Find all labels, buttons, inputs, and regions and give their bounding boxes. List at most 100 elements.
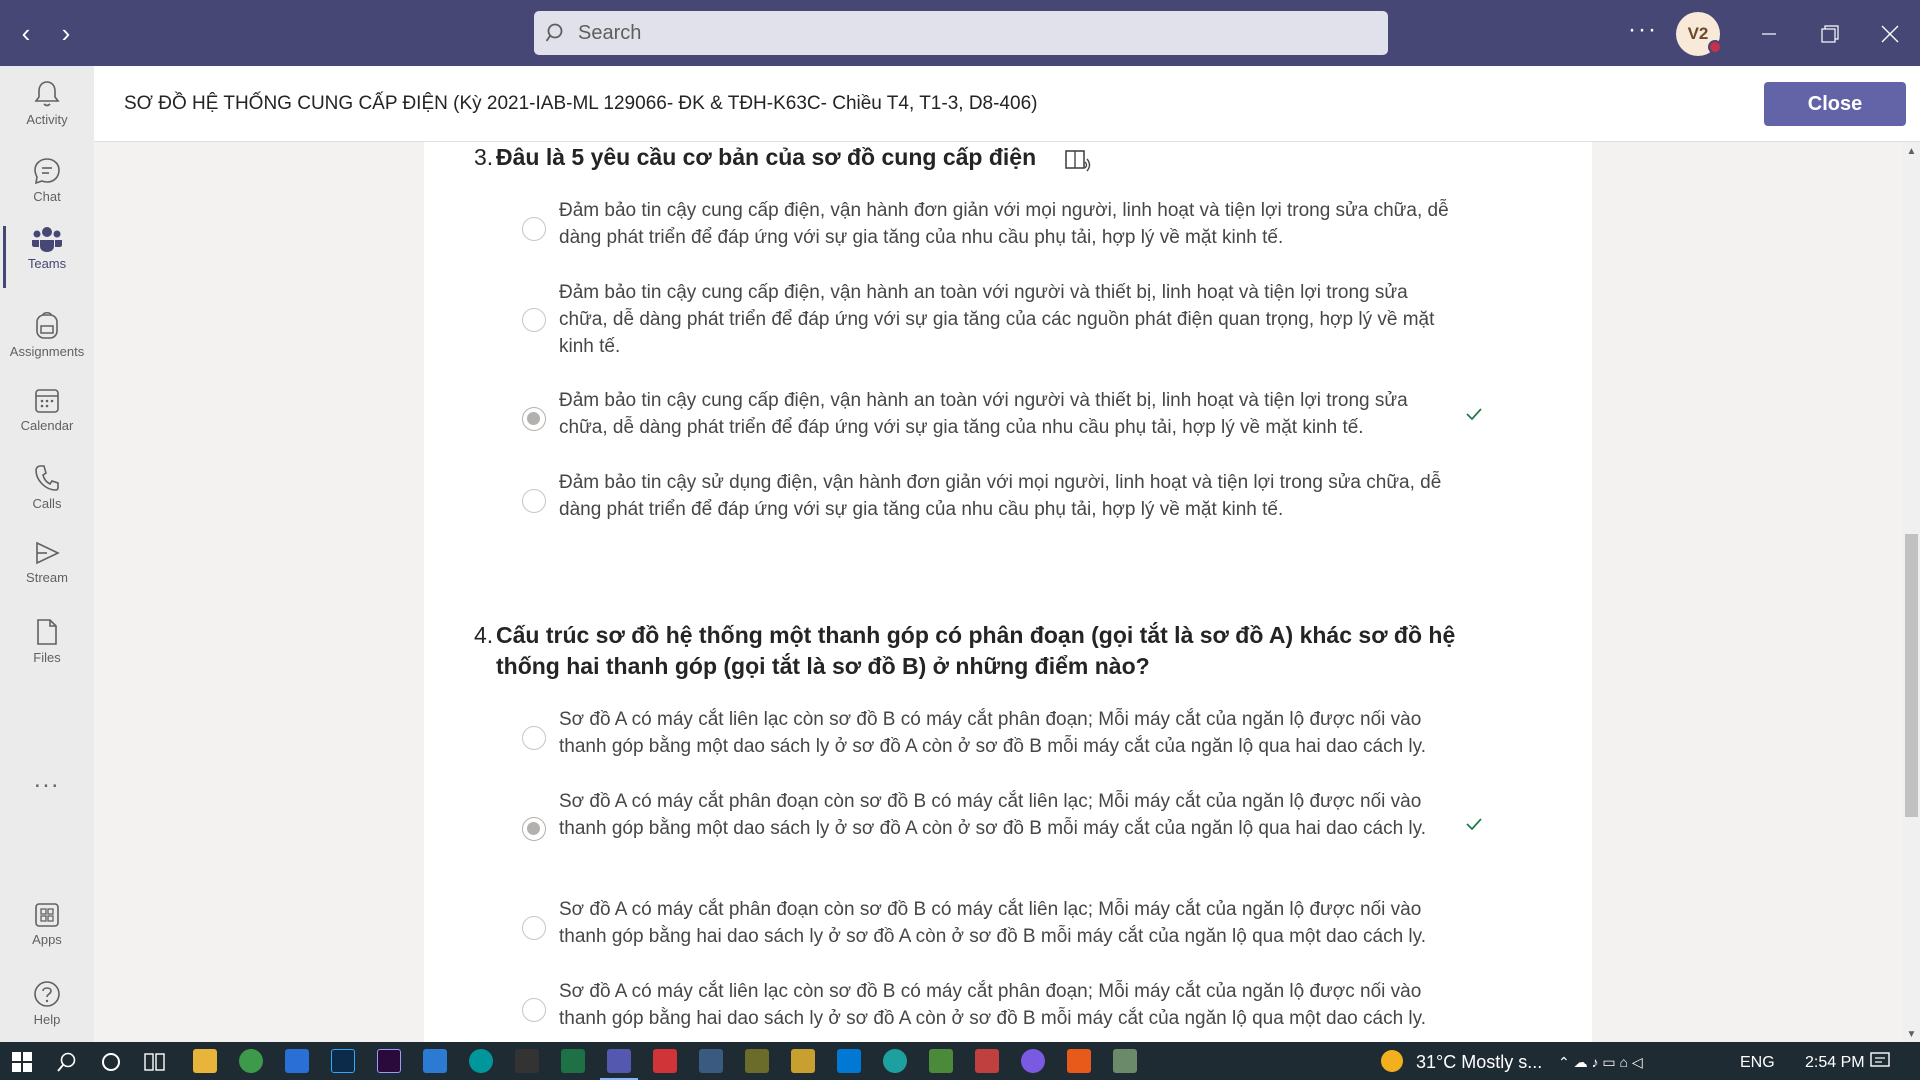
taskbar-app-icon[interactable] (515, 1049, 539, 1073)
stream-play-icon (36, 541, 60, 565)
taskbar-app-icon[interactable] (1113, 1049, 1137, 1073)
ide-app-icon[interactable] (285, 1049, 309, 1073)
rail-label: Chat (33, 189, 61, 204)
form-header: SƠ ĐỒ HỆ THỐNG CUNG CẤP ĐIỆN (Kỳ 2021-IA… (94, 66, 1920, 142)
vscode-icon[interactable] (837, 1049, 861, 1073)
option-text: Đảm bảo tin cậy cung cấp điện, vận hành … (559, 390, 1408, 438)
question-number: 3. (474, 144, 494, 170)
premiere-icon[interactable] (377, 1049, 401, 1073)
windows-start-icon[interactable] (12, 1052, 32, 1072)
more-apps-icon[interactable]: ... (0, 766, 94, 794)
taskbar-app-icon[interactable] (239, 1049, 263, 1073)
photoshop-icon[interactable] (331, 1049, 355, 1073)
option-text: Sơ đồ A có máy cắt phân đoạn còn sơ đồ B… (559, 791, 1427, 839)
teams-taskbar-icon[interactable] (607, 1049, 631, 1073)
arduino-icon[interactable] (469, 1049, 493, 1073)
more-options-icon[interactable]: ··· (1628, 16, 1658, 44)
status-dot (1708, 40, 1722, 54)
notifications-icon[interactable] (1870, 1052, 1890, 1070)
close-button[interactable]: Close (1764, 82, 1906, 126)
option-text: Sơ đồ A có máy cắt liên lạc còn sơ đồ B … (559, 709, 1427, 757)
form-card: 3. Đâu là 5 yêu cầu cơ bản của sơ đồ cun… (424, 142, 1592, 1042)
rail-label: Apps (32, 932, 62, 947)
radio-button-selected[interactable] (522, 817, 546, 841)
correct-check-icon (1466, 408, 1482, 421)
rail-label: Calendar (20, 418, 74, 433)
radio-button[interactable] (522, 916, 546, 940)
weather-text[interactable]: 31°C Mostly s... (1416, 1052, 1542, 1073)
taskbar-app-icon[interactable] (929, 1049, 953, 1073)
option-text: Đảm bảo tin cậy cung cấp điện, vận hành … (559, 282, 1435, 357)
radio-button[interactable] (522, 489, 546, 513)
rail-item-calls[interactable]: Calls (0, 464, 94, 538)
option-text: Sơ đồ A có máy cắt liên lạc còn sơ đồ B … (559, 981, 1427, 1029)
avatar[interactable]: V2 (1676, 12, 1722, 56)
system-tray-icons[interactable]: ⌃ ☁ ♪ ▭ ⌂ ◁ (1558, 1054, 1643, 1071)
teams-icon (32, 227, 62, 252)
file-icon (37, 619, 57, 645)
taskbar-app-icon[interactable] (1067, 1049, 1091, 1073)
rail-label: Calls (32, 496, 62, 511)
rail-item-chat[interactable]: Chat (0, 157, 94, 231)
restore-icon[interactable] (1810, 14, 1850, 54)
rail-label: Help (33, 1012, 61, 1027)
phone-icon (35, 465, 59, 491)
rail-label: Stream (26, 570, 68, 585)
edge-icon[interactable] (883, 1049, 907, 1073)
clock[interactable]: 2:54 PM (1805, 1054, 1865, 1072)
back-arrow-icon[interactable]: ‹ (12, 18, 40, 48)
immersive-reader-icon[interactable] (1064, 148, 1092, 174)
taskbar-search-icon[interactable] (56, 1051, 78, 1073)
taskbar-app-icon[interactable] (791, 1049, 815, 1073)
rail-item-activity[interactable]: Activity (0, 80, 94, 154)
cortana-icon[interactable] (100, 1051, 122, 1073)
rail-item-apps[interactable]: Apps (0, 902, 94, 976)
app-rail: Activity Chat Teams Assignments Calendar… (0, 66, 94, 1042)
question-title: 3. Đâu là 5 yêu cầu cơ bản của sơ đồ cun… (474, 142, 1496, 173)
language-indicator[interactable]: ENG (1740, 1054, 1775, 1072)
radio-button[interactable] (522, 726, 546, 750)
mx-app-icon[interactable] (423, 1049, 447, 1073)
rail-item-files[interactable]: Files (0, 618, 94, 692)
taskbar-app-icon[interactable] (653, 1049, 677, 1073)
scroll-up-arrow-icon[interactable]: ▲ (1903, 146, 1920, 157)
search-placeholder: Search (578, 21, 642, 44)
rail-item-calendar[interactable]: Calendar (0, 388, 94, 462)
rail-item-stream[interactable]: Stream (0, 540, 94, 614)
radio-button[interactable] (522, 308, 546, 332)
rail-item-assignments[interactable]: Assignments (0, 310, 94, 384)
rail-label: Activity (26, 112, 68, 127)
radio-button[interactable] (522, 998, 546, 1022)
taskbar-app-icon[interactable] (699, 1049, 723, 1073)
radio-button-selected[interactable] (522, 407, 546, 431)
weather-icon[interactable] (1381, 1050, 1403, 1072)
scroll-down-arrow-icon[interactable]: ▼ (1903, 1029, 1920, 1040)
excel-icon[interactable] (561, 1049, 585, 1073)
rail-label: Assignments (9, 344, 85, 359)
close-window-icon[interactable] (1870, 14, 1910, 54)
option-text: Đảm bảo tin cậy cung cấp điện, vận hành … (559, 200, 1449, 248)
title-bar: ‹ › Search ··· V2 (0, 0, 1920, 66)
radio-button[interactable] (522, 217, 546, 241)
task-view-icon[interactable] (144, 1051, 168, 1073)
rail-label: Files (33, 650, 61, 665)
rail-item-teams[interactable]: Teams (0, 226, 94, 300)
scroll-thumb[interactable] (1905, 534, 1918, 817)
apps-grid-icon (35, 903, 59, 927)
taskbar-app-icon[interactable] (975, 1049, 999, 1073)
question-text: Đâu là 5 yêu cầu cơ bản của sơ đồ cung c… (496, 144, 1037, 170)
messenger-icon[interactable] (1021, 1049, 1045, 1073)
file-explorer-icon[interactable] (193, 1049, 217, 1073)
form-title: SƠ ĐỒ HỆ THỐNG CUNG CẤP ĐIỆN (Kỳ 2021-IA… (124, 93, 1038, 114)
option-text: Sơ đồ A có máy cắt phân đoạn còn sơ đồ B… (559, 899, 1427, 947)
taskbar-app-icon[interactable] (745, 1049, 769, 1073)
question-number: 4. (474, 622, 494, 648)
minimize-icon[interactable] (1749, 14, 1789, 54)
form-content: 3. Đâu là 5 yêu cầu cơ bản của sơ đồ cun… (94, 142, 1920, 1042)
correct-check-icon (1466, 818, 1482, 831)
vertical-scrollbar[interactable]: ▲ ▼ (1903, 142, 1920, 1042)
search-input[interactable]: Search (534, 11, 1388, 55)
bell-icon (34, 81, 60, 107)
question-title: 4. Cấu trúc sơ đồ hệ thống một thanh góp… (474, 620, 1496, 682)
forward-arrow-icon[interactable]: › (52, 18, 80, 48)
